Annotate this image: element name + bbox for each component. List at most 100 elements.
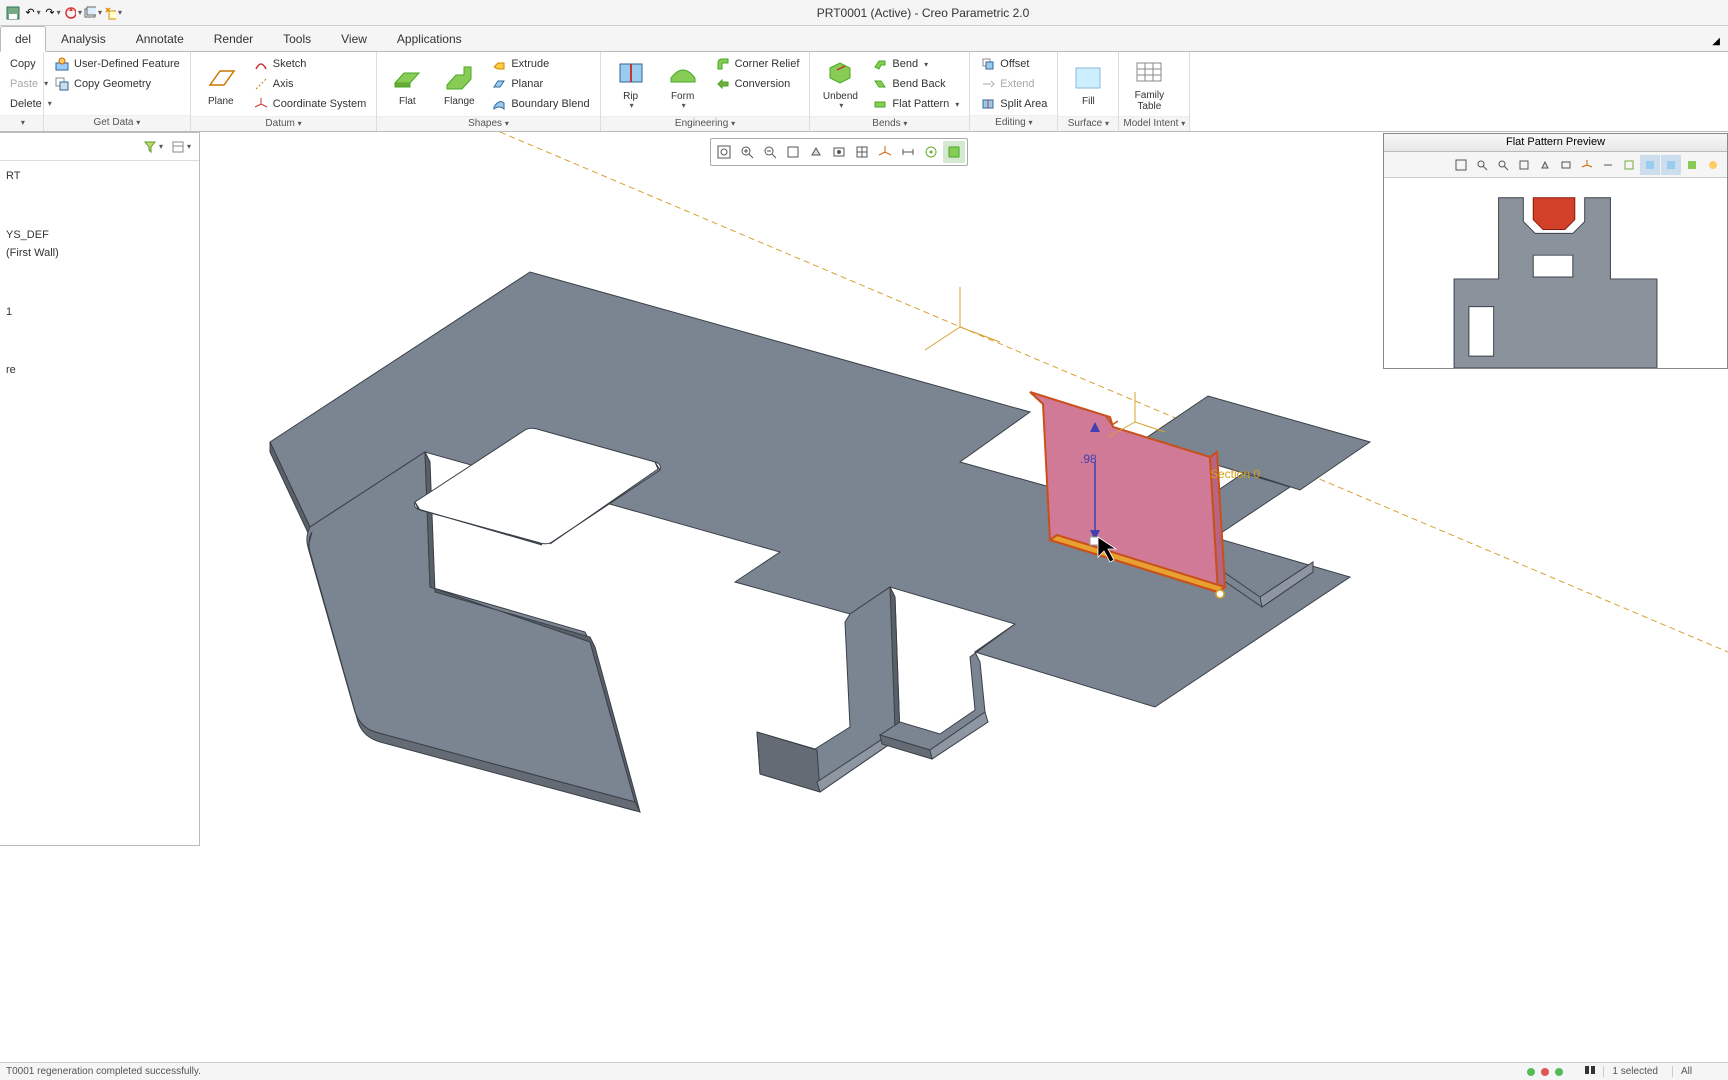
coordinate-system-button[interactable]: Coordinate System — [249, 95, 371, 114]
preview-repaint-icon[interactable] — [1514, 155, 1534, 175]
offset-icon — [980, 56, 996, 72]
group-get-data: User-Defined Feature Copy Geometry x Get… — [44, 52, 191, 131]
graphics-view-toolbar — [710, 138, 968, 166]
boundary-blend-icon — [491, 96, 507, 112]
boundary-blend-button[interactable]: Boundary Blend — [487, 95, 593, 114]
user-defined-feature-button[interactable]: User-Defined Feature — [50, 54, 184, 73]
preview-opt4-icon[interactable] — [1703, 155, 1723, 175]
undo-icon[interactable]: ↶▾ — [24, 4, 42, 22]
preview-csys-icon[interactable] — [1577, 155, 1597, 175]
qat-save-icon[interactable] — [4, 4, 22, 22]
tree-root-item[interactable]: RT — [4, 167, 195, 186]
fill-button[interactable]: Fill — [1064, 54, 1112, 114]
tree-item-here[interactable]: re — [4, 361, 195, 380]
zoom-out-icon[interactable] — [759, 141, 781, 163]
display-style-icon[interactable] — [805, 141, 827, 163]
datum-display-icon[interactable] — [874, 141, 896, 163]
rendering-options-icon[interactable] — [943, 141, 965, 163]
copy-geometry-button[interactable]: Copy Geometry — [50, 74, 184, 93]
group-datum: Plane Sketch Axis Coordinate System Datu… — [191, 52, 378, 131]
bend-back-button[interactable]: Bend Back — [868, 75, 963, 94]
zoom-in-icon[interactable] — [736, 141, 758, 163]
statusbar: T0001 regeneration completed successfull… — [0, 1062, 1728, 1080]
tree-settings-icon[interactable]: ▾ — [171, 137, 191, 157]
split-area-button[interactable]: Split Area — [976, 94, 1051, 113]
regenerate-icon[interactable]: ▾ — [64, 4, 82, 22]
flat-button[interactable]: Flat — [383, 54, 431, 114]
form-button[interactable]: Form▾ — [659, 54, 707, 114]
offset-button[interactable]: Offset — [976, 54, 1051, 73]
view-manager-icon[interactable] — [851, 141, 873, 163]
extrude-button[interactable]: Extrude — [487, 55, 593, 74]
preview-canvas[interactable] — [1384, 178, 1727, 368]
flat-pattern-preview-window: Flat Pattern Preview — [1383, 133, 1728, 369]
spin-center-icon[interactable] — [920, 141, 942, 163]
tab-view[interactable]: View — [326, 26, 382, 51]
status-indicator-3-icon — [1555, 1068, 1563, 1076]
tree-csys-item[interactable]: YS_DEF — [4, 226, 195, 245]
sketch-button[interactable]: Sketch — [249, 55, 371, 74]
tree-firstwall-item[interactable]: (First Wall) — [4, 244, 195, 263]
ribbon-minimize-icon[interactable]: ◢ — [1708, 32, 1724, 51]
group-engineering: Rip▾ Form▾ Corner Relief Conversion x En… — [601, 52, 811, 131]
tab-model[interactable]: del — [0, 26, 46, 52]
tree-item-1[interactable]: 1 — [4, 303, 195, 322]
preview-opt2-icon[interactable] — [1661, 155, 1681, 175]
selection-filter-dropdown[interactable]: All — [1672, 1066, 1722, 1077]
saved-views-icon[interactable] — [828, 141, 850, 163]
group-bends: Unbend▾ Bend▾ Bend Back Flat Pattern▾ Be… — [810, 52, 970, 131]
dimension-value[interactable]: .98 — [1080, 452, 1097, 466]
preview-dim-icon[interactable] — [1598, 155, 1618, 175]
axis-icon — [253, 76, 269, 92]
preview-refit-icon[interactable] — [1451, 155, 1471, 175]
tab-render[interactable]: Render — [199, 26, 268, 51]
flat-pattern-button[interactable]: Flat Pattern▾ — [868, 95, 963, 114]
preview-opt1-icon[interactable] — [1640, 155, 1660, 175]
status-message: T0001 regeneration completed successfull… — [6, 1066, 1527, 1077]
planar-icon — [491, 76, 507, 92]
repaint-icon[interactable] — [782, 141, 804, 163]
preview-zoomout-icon[interactable] — [1493, 155, 1513, 175]
preview-titlebar[interactable]: Flat Pattern Preview — [1384, 134, 1727, 152]
status-indicator-1-icon — [1527, 1068, 1535, 1076]
tree-filter-icon[interactable]: ▾ — [143, 137, 163, 157]
preview-opt3-icon[interactable] — [1682, 155, 1702, 175]
windows-icon[interactable]: ▾ — [84, 4, 102, 22]
planar-button[interactable]: Planar — [487, 75, 593, 94]
preview-views-icon[interactable] — [1556, 155, 1576, 175]
tab-applications[interactable]: Applications — [382, 26, 477, 51]
copy-geometry-icon — [54, 76, 70, 92]
axis-button[interactable]: Axis — [249, 75, 371, 94]
flange-button[interactable]: Flange — [435, 54, 483, 114]
refit-icon[interactable] — [713, 141, 735, 163]
plane-button[interactable]: Plane — [197, 54, 245, 114]
group-surface: Fill Surface ▾ — [1058, 52, 1119, 131]
corner-relief-button[interactable]: Corner Relief — [711, 55, 804, 74]
app-title: PRT0001 (Active) - Creo Parametric 2.0 — [122, 6, 1724, 20]
preview-annot-icon[interactable] — [1619, 155, 1639, 175]
unbend-button[interactable]: Unbend▾ — [816, 54, 864, 114]
bend-icon — [872, 56, 888, 72]
tab-annotate[interactable]: Annotate — [121, 26, 199, 51]
tab-tools[interactable]: Tools — [268, 26, 326, 51]
preview-toolbar — [1384, 152, 1727, 178]
fill-icon — [1072, 62, 1104, 94]
tab-analysis[interactable]: Analysis — [46, 26, 121, 51]
selection-filter-icon[interactable] — [1583, 1063, 1597, 1080]
close-window-icon[interactable]: ▾ — [104, 4, 122, 22]
redo-icon[interactable]: ↷▾ — [44, 4, 62, 22]
extend-button[interactable]: Extend — [976, 74, 1051, 93]
bend-button[interactable]: Bend▾ — [868, 55, 963, 74]
unbend-icon — [824, 57, 856, 89]
family-table-button[interactable]: Family Table — [1125, 54, 1173, 114]
rip-icon — [615, 57, 647, 89]
flat-pattern-icon — [872, 96, 888, 112]
conversion-button[interactable]: Conversion — [711, 75, 804, 94]
rip-button[interactable]: Rip▾ — [607, 54, 655, 114]
extend-icon — [980, 76, 996, 92]
annotation-display-icon[interactable] — [897, 141, 919, 163]
preview-style-icon[interactable] — [1535, 155, 1555, 175]
preview-zoomin-icon[interactable] — [1472, 155, 1492, 175]
tree-toolbar: ▾ ▾ — [0, 133, 199, 161]
selection-count: 1 selected — [1603, 1066, 1666, 1077]
